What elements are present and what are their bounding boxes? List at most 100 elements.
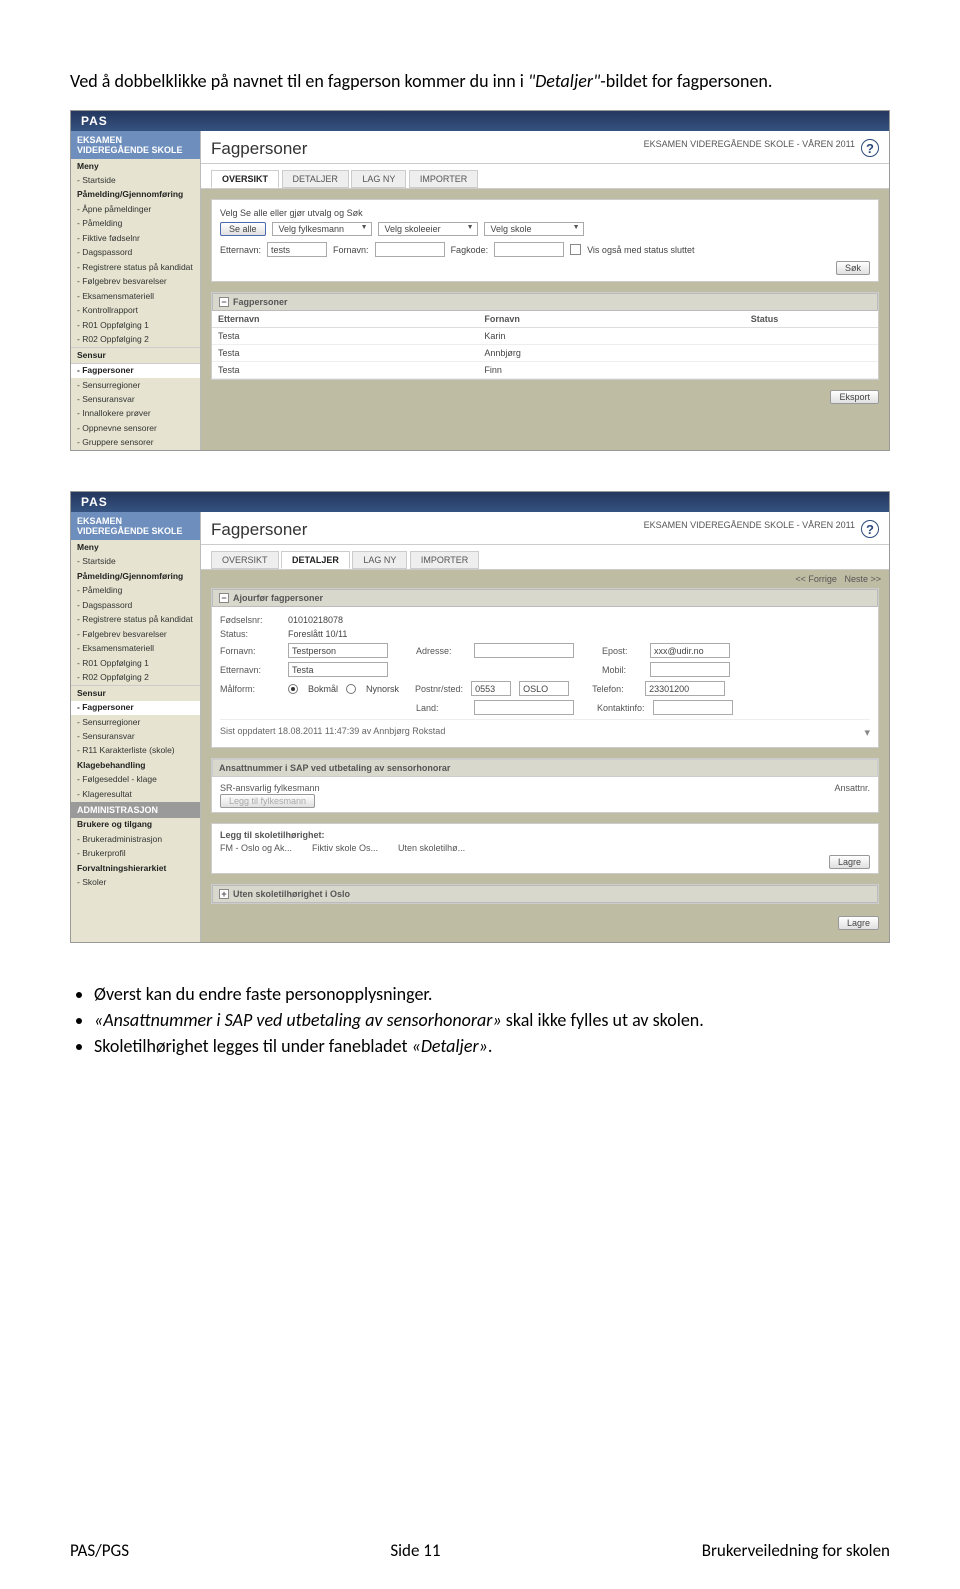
- label-bokmal: Bokmål: [308, 684, 338, 694]
- input-fornavn[interactable]: Testperson: [288, 643, 388, 658]
- sidebar-section-klage: Klagebehandling: [71, 758, 200, 772]
- tabs: OVERSIKT DETALJER LAG NY IMPORTER: [201, 545, 889, 570]
- ansatt-header: Ansattnummer i SAP ved utbetaling av sen…: [212, 759, 878, 777]
- sidebar-item[interactable]: Registrere status på kandidat: [71, 613, 200, 627]
- input-etternavn[interactable]: tests: [267, 242, 327, 257]
- sidebar: EKSAMEN VIDEREGÅENDE SKOLE Meny Startsid…: [71, 131, 201, 450]
- sidebar-item-fagpersoner[interactable]: Fagpersoner: [71, 364, 200, 378]
- sidebar-item[interactable]: Påmelding: [71, 217, 200, 231]
- lagre-button[interactable]: Lagre: [829, 855, 870, 869]
- sidebar-item[interactable]: Følgeseddel - klage: [71, 773, 200, 787]
- sidebar-item[interactable]: Eksamensmateriell: [71, 289, 200, 303]
- select-fylkesmann[interactable]: Velg fylkesmann: [272, 222, 372, 236]
- legg-til-fm-button[interactable]: Legg til fylkesmann: [220, 794, 315, 808]
- select-skoleeier[interactable]: Velg skoleeier: [378, 222, 478, 236]
- sidebar-item[interactable]: Oppnevne sensorer: [71, 421, 200, 435]
- input-kontaktinfo[interactable]: [653, 700, 733, 715]
- sidebar-item[interactable]: Innallokere prøver: [71, 407, 200, 421]
- sidebar-item[interactable]: Dagspassord: [71, 246, 200, 260]
- help-icon[interactable]: ?: [861, 520, 879, 538]
- tab-detaljer[interactable]: DETALJER: [282, 170, 349, 188]
- help-icon[interactable]: ?: [861, 139, 879, 157]
- sidebar-item[interactable]: Følgebrev besvarelser: [71, 627, 200, 641]
- sidebar-item[interactable]: R02 Oppfølging 2: [71, 671, 200, 685]
- tab-lagny[interactable]: LAG NY: [352, 551, 407, 569]
- sidebar-item[interactable]: Gruppere sensorer: [71, 436, 200, 450]
- table-row[interactable]: TestaKarin: [212, 328, 878, 345]
- sidebar-item[interactable]: Skoler: [71, 876, 200, 890]
- tab-oversikt[interactable]: OVERSIKT: [211, 551, 279, 569]
- radio-bokmal[interactable]: [288, 684, 298, 694]
- sidebar-item[interactable]: Startside: [71, 555, 200, 569]
- input-telefon[interactable]: 23301200: [645, 681, 725, 696]
- input-etternavn[interactable]: Testa: [288, 662, 388, 677]
- sok-button[interactable]: Søk: [836, 261, 870, 275]
- sidebar-item[interactable]: Kontrollrapport: [71, 304, 200, 318]
- table-row[interactable]: TestaAnnbjørg: [212, 345, 878, 362]
- input-fornavn[interactable]: [375, 242, 445, 257]
- checkbox-sluttet[interactable]: [570, 244, 581, 255]
- col-fornavn[interactable]: Fornavn: [478, 311, 744, 328]
- input-land[interactable]: [474, 700, 574, 715]
- radio-nynorsk[interactable]: [346, 684, 356, 694]
- sidebar-item[interactable]: Eksamensmateriell: [71, 642, 200, 656]
- input-postnr[interactable]: 0553: [471, 681, 511, 696]
- sidebar-item[interactable]: R01 Oppfølging 1: [71, 318, 200, 332]
- sidebar-item[interactable]: Sensurregioner: [71, 378, 200, 392]
- input-epost[interactable]: xxx@udir.no: [650, 643, 730, 658]
- filter-hint: Velg Se alle eller gjør utvalg og Søk: [220, 208, 870, 218]
- sidebar-item[interactable]: Klageresultat: [71, 787, 200, 801]
- sidebar-item[interactable]: Registrere status på kandidat: [71, 260, 200, 274]
- sidebar-item[interactable]: Påmelding/Gjennomføring: [71, 569, 200, 583]
- collapse-icon[interactable]: −: [219, 297, 229, 307]
- label-nynorsk: Nynorsk: [366, 684, 399, 694]
- value-status: Foreslått 10/11: [288, 629, 347, 639]
- input-poststed[interactable]: OSLO: [519, 681, 569, 696]
- input-mobil[interactable]: [650, 662, 730, 677]
- col-etternavn[interactable]: Etternavn: [212, 311, 478, 328]
- sidebar-item: Forvaltningshierarkiet: [71, 861, 200, 875]
- sidebar-item[interactable]: Fiktive fødselnr: [71, 231, 200, 245]
- sidebar-section-sensor: Sensur: [71, 685, 200, 700]
- tab-importer[interactable]: IMPORTER: [409, 170, 478, 188]
- sidebar-item[interactable]: R01 Oppfølging 1: [71, 656, 200, 670]
- nav-next[interactable]: Neste >>: [844, 574, 881, 584]
- sidebar-item[interactable]: R02 Oppfølging 2: [71, 333, 200, 347]
- grid-header: − Fagpersoner: [212, 293, 878, 311]
- chevron-down-icon[interactable]: ▾: [864, 726, 870, 739]
- table-row[interactable]: TestaFinn: [212, 362, 878, 379]
- select-skole[interactable]: Velg skole: [484, 222, 584, 236]
- input-adresse[interactable]: [474, 643, 574, 658]
- sidebar-item[interactable]: Brukeradministrasjon: [71, 832, 200, 846]
- input-fagkode[interactable]: [494, 242, 564, 257]
- tab-oversikt[interactable]: OVERSIKT: [211, 170, 279, 188]
- sidebar-item[interactable]: Startside: [71, 173, 200, 187]
- footer-right: Brukerveiledning for skolen: [702, 1540, 890, 1561]
- sidebar-item-fagpersoner[interactable]: Fagpersoner: [71, 701, 200, 715]
- sidebar-item[interactable]: R11 Karakterliste (skole): [71, 744, 200, 758]
- sidebar-section: EKSAMEN VIDEREGÅENDE SKOLE: [71, 512, 200, 540]
- nav-prev[interactable]: << Forrige: [795, 574, 837, 584]
- sidebar-item[interactable]: Sensuransvar: [71, 393, 200, 407]
- tab-detaljer[interactable]: DETALJER: [281, 551, 350, 569]
- bullet-item: Skoletilhørighet legges til under fanebl…: [94, 1035, 890, 1057]
- sidebar-item[interactable]: Åpne påmeldinger: [71, 202, 200, 216]
- sidebar-item[interactable]: Sensuransvar: [71, 729, 200, 743]
- sidebar-item[interactable]: Påmelding: [71, 584, 200, 598]
- sidebar-item[interactable]: Dagspassord: [71, 598, 200, 612]
- sidebar-item[interactable]: Påmelding/Gjennomføring: [71, 188, 200, 202]
- sidebar-item[interactable]: Følgebrev besvarelser: [71, 275, 200, 289]
- sidebar-item[interactable]: Sensurregioner: [71, 715, 200, 729]
- tab-importer[interactable]: IMPORTER: [410, 551, 479, 569]
- expand-icon[interactable]: +: [219, 889, 229, 899]
- eksport-button[interactable]: Eksport: [830, 390, 879, 404]
- col-status[interactable]: Status: [745, 311, 878, 328]
- page-footer: PAS/PGS Side 11 Brukerveiledning for sko…: [70, 1540, 890, 1561]
- sidebar: EKSAMEN VIDEREGÅENDE SKOLE Meny Startsid…: [71, 512, 201, 942]
- collapse-icon[interactable]: −: [219, 593, 229, 603]
- se-alle-button[interactable]: Se alle: [220, 222, 266, 236]
- tab-lagny[interactable]: LAG NY: [351, 170, 406, 188]
- lagre-button[interactable]: Lagre: [838, 916, 879, 930]
- label-skoletilhorighet: Legg til skoletilhørighet:: [220, 830, 870, 840]
- sidebar-item[interactable]: Brukerprofil: [71, 847, 200, 861]
